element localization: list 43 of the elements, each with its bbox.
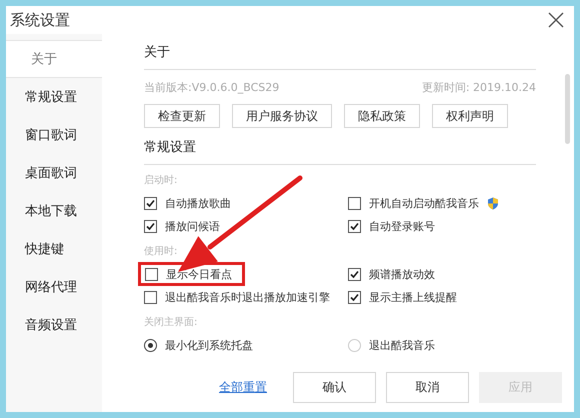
sidebar-item[interactable]: 关于 — [6, 40, 102, 78]
dialog-button[interactable]: 确认 — [293, 372, 376, 402]
checkbox[interactable] — [348, 196, 361, 210]
checkbox[interactable] — [348, 290, 361, 304]
radio-button[interactable] — [144, 338, 157, 352]
sidebar-item[interactable]: 窗口歌词 — [6, 116, 102, 154]
sidebar-item[interactable]: 网络代理 — [6, 268, 102, 306]
sidebar-item[interactable]: 常规设置 — [6, 78, 102, 116]
checkbox[interactable] — [145, 268, 158, 280]
sidebar-item[interactable]: 快捷键 — [6, 230, 102, 268]
option-label: 退出酷我音乐 — [369, 338, 435, 352]
checkbox[interactable] — [144, 196, 157, 210]
version-text: 当前版本:V9.0.6.0_BCS29 — [144, 80, 280, 95]
sidebar-item[interactable]: 桌面歌词 — [6, 154, 102, 192]
about-button[interactable]: 隐私政策 — [344, 104, 420, 128]
checkbox[interactable] — [144, 290, 157, 304]
group-label: 使用时: — [144, 244, 178, 258]
option-label: 自动播放歌曲 — [165, 196, 231, 210]
option-label: 最小化到系统托盘 — [165, 338, 253, 352]
checkbox[interactable] — [348, 268, 361, 280]
option-label: 开机自动启动酷我音乐 — [369, 196, 479, 210]
sidebar-item[interactable]: 音频设置 — [6, 306, 102, 344]
window-title: 系统设置 — [10, 10, 70, 30]
checkbox[interactable] — [144, 220, 157, 232]
section-heading: 常规设置 — [144, 130, 536, 165]
dialog-button[interactable]: 取消 — [386, 372, 469, 402]
scrollbar-thumb[interactable] — [565, 74, 570, 144]
group-label: 启动时: — [144, 174, 178, 187]
close-button[interactable] — [546, 10, 566, 30]
section-heading: 关于 — [144, 35, 536, 70]
about-button[interactable]: 用户服务协议 — [232, 104, 332, 128]
option-label: 自动登录账号 — [369, 218, 435, 234]
group-label: 关闭主界面: — [144, 316, 198, 329]
about-button[interactable]: 权利声明 — [432, 104, 508, 128]
reset-link[interactable]: 全部重置 — [219, 378, 267, 396]
option-label: 退出酷我音乐时退出播放加速引擎 — [165, 290, 330, 304]
sidebar-item[interactable]: 本地下载 — [6, 192, 102, 230]
option-label: 频谱播放动效 — [369, 266, 435, 282]
option-label: 显示主播上线提醒 — [369, 290, 457, 304]
checkbox[interactable] — [348, 220, 361, 232]
option-label: 播放问候语 — [165, 218, 220, 234]
update-time: 更新时间: 2019.10.24 — [422, 80, 536, 95]
about-button[interactable]: 检查更新 — [144, 104, 220, 128]
